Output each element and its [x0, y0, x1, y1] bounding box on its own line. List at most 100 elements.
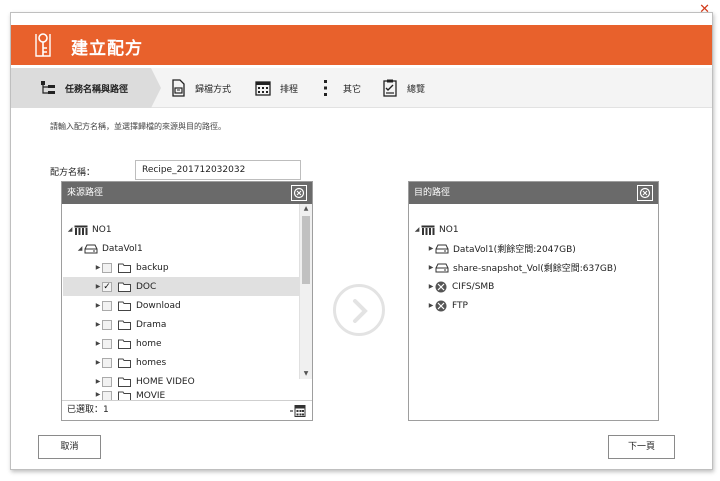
next-page-button[interactable]: 下一頁	[608, 435, 675, 459]
recipe-name-input[interactable]	[135, 160, 301, 180]
document-archive-icon	[169, 79, 187, 97]
folder-checkbox[interactable]	[102, 300, 112, 311]
folder-label: HOME VIDEO	[136, 376, 195, 387]
source-panel-header: 來源路徑	[62, 182, 312, 204]
destination-item-label: DataVol1(剩餘空間:2047GB)	[453, 245, 576, 255]
collapsed-triangle-icon: ▶	[95, 302, 101, 309]
source-panel-footer: 已選取：1	[62, 400, 312, 420]
drive-icon	[84, 244, 98, 253]
folder-checkbox[interactable]	[102, 391, 112, 400]
scroll-down-arrow-icon[interactable]: ▼	[300, 369, 312, 379]
add-to-destination-arrow[interactable]	[333, 284, 385, 336]
folder-icon	[118, 391, 131, 400]
step-summary[interactable]: 總覽	[381, 68, 425, 108]
folder-label: backup	[136, 262, 169, 273]
checklist-icon	[381, 79, 399, 97]
tree-folder-row[interactable]: ▶ backup	[94, 258, 169, 277]
tree-hierarchy-icon	[39, 79, 57, 97]
step-label: 任務名稱與路徑	[65, 84, 129, 95]
step-archive-method[interactable]: 歸檔方式	[169, 68, 231, 108]
folder-label: home	[136, 338, 162, 349]
tree-node-root[interactable]: ◢ NO1	[66, 220, 112, 239]
destination-item[interactable]: ▶ share-snapshot_Vol(剩餘空間:637GB)	[427, 258, 617, 277]
folder-checkbox[interactable]	[102, 262, 112, 273]
folder-label: DOC	[136, 281, 157, 292]
step-label: 歸檔方式	[195, 84, 232, 95]
expanded-triangle-icon: ◢	[414, 226, 420, 233]
source-panel-title: 來源路徑	[67, 188, 104, 198]
folder-icon	[118, 377, 131, 387]
destination-panel-title: 目的路徑	[414, 188, 451, 198]
folder-checkbox[interactable]	[102, 357, 112, 368]
tree-node-label: DataVol1	[102, 243, 143, 254]
collapsed-triangle-icon: ▶	[428, 245, 434, 252]
folder-icon	[118, 263, 131, 273]
folder-checkbox[interactable]	[102, 338, 112, 349]
source-scrollbar[interactable]: ▲ ▼	[299, 204, 312, 379]
tree-node-root[interactable]: ◢ NO1	[413, 220, 459, 239]
collapsed-triangle-icon: ▶	[95, 391, 101, 398]
tree-folder-row[interactable]: ▶ MOVIE	[94, 391, 165, 400]
tree-folder-row[interactable]: ▶ homes	[94, 353, 166, 372]
calculator-icon[interactable]	[290, 404, 306, 423]
expanded-triangle-icon: ◢	[77, 245, 83, 252]
folder-icon	[118, 320, 131, 330]
tree-folder-row[interactable]: ▶ ✓ DOC	[63, 277, 299, 296]
destination-item-label: CIFS/SMB	[452, 281, 495, 292]
folder-checkbox[interactable]: ✓	[102, 281, 112, 292]
folder-checkbox[interactable]	[102, 376, 112, 387]
close-icon[interactable]: ✕	[699, 3, 710, 16]
collapsed-triangle-icon: ▶	[428, 302, 434, 309]
instruction-text: 請輸入配方名稱，並選擇歸檔的來源與目的路徑。	[50, 122, 226, 131]
folder-icon	[118, 282, 131, 292]
folder-label: MOVIE	[136, 391, 166, 400]
tree-node-label: NO1	[92, 224, 112, 235]
tree-node-volume[interactable]: ◢ DataVol1	[76, 239, 143, 258]
tree-folder-row[interactable]: ▶ HOME VIDEO	[94, 372, 195, 391]
destination-item-label: FTP	[452, 300, 468, 311]
nas-server-icon	[74, 225, 88, 235]
destination-panel-header: 目的路徑	[409, 182, 658, 204]
drive-icon	[435, 244, 449, 253]
folder-label: homes	[136, 357, 167, 368]
scroll-thumb[interactable]	[302, 216, 310, 284]
refresh-icon[interactable]	[291, 185, 307, 201]
destination-item[interactable]: ▶ FTP	[427, 296, 468, 315]
step-label: 其它	[343, 84, 362, 95]
destination-item[interactable]: ▶ DataVol1(剩餘空間:2047GB)	[427, 239, 576, 258]
folder-label: Drama	[136, 319, 167, 330]
chevron-right-icon	[353, 299, 368, 323]
folder-icon	[118, 358, 131, 368]
folder-label: Download	[136, 300, 181, 311]
collapsed-triangle-icon: ▶	[95, 283, 101, 290]
recipe-name-label: 配方名稱：	[50, 168, 96, 178]
collapsed-triangle-icon: ▶	[428, 283, 434, 290]
expanded-triangle-icon: ◢	[67, 226, 73, 233]
scroll-up-arrow-icon[interactable]: ▲	[300, 204, 312, 214]
step-task-name-path[interactable]: 任務名稱與路徑	[11, 68, 151, 108]
destination-item[interactable]: ▶ CIFS/SMB	[427, 277, 494, 296]
tree-node-label: NO1	[439, 224, 459, 235]
step-schedule[interactable]: 排程	[254, 68, 298, 108]
collapsed-triangle-icon: ▶	[428, 264, 434, 271]
recipe-logo-icon	[35, 33, 51, 57]
tree-folder-row[interactable]: ▶ home	[94, 334, 162, 353]
step-other[interactable]: 其它	[317, 68, 361, 108]
calendar-icon	[254, 79, 272, 97]
tree-folder-row[interactable]: ▶ Drama	[94, 315, 166, 334]
collapsed-triangle-icon: ▶	[95, 359, 101, 366]
wizard-steps: 任務名稱與路徑 歸檔方式 排程 其它 總覽	[11, 68, 712, 108]
folder-icon	[118, 339, 131, 349]
selected-count: 已選取：1	[67, 405, 109, 415]
step-label: 排程	[280, 84, 299, 95]
more-vertical-icon	[317, 79, 335, 97]
drive-icon	[435, 263, 449, 272]
destination-path-panel: 目的路徑 ◢ NO1 ▶ DataVol1(剩餘空間:2047GB) ▶ sha…	[408, 181, 659, 421]
destination-item-label: share-snapshot_Vol(剩餘空間:637GB)	[453, 264, 617, 274]
folder-checkbox[interactable]	[102, 319, 112, 330]
network-icon	[435, 300, 447, 311]
step-arrow	[151, 68, 161, 108]
tree-folder-row[interactable]: ▶ Download	[94, 296, 181, 315]
refresh-icon[interactable]	[637, 185, 653, 201]
cancel-button[interactable]: 取消	[38, 435, 101, 459]
